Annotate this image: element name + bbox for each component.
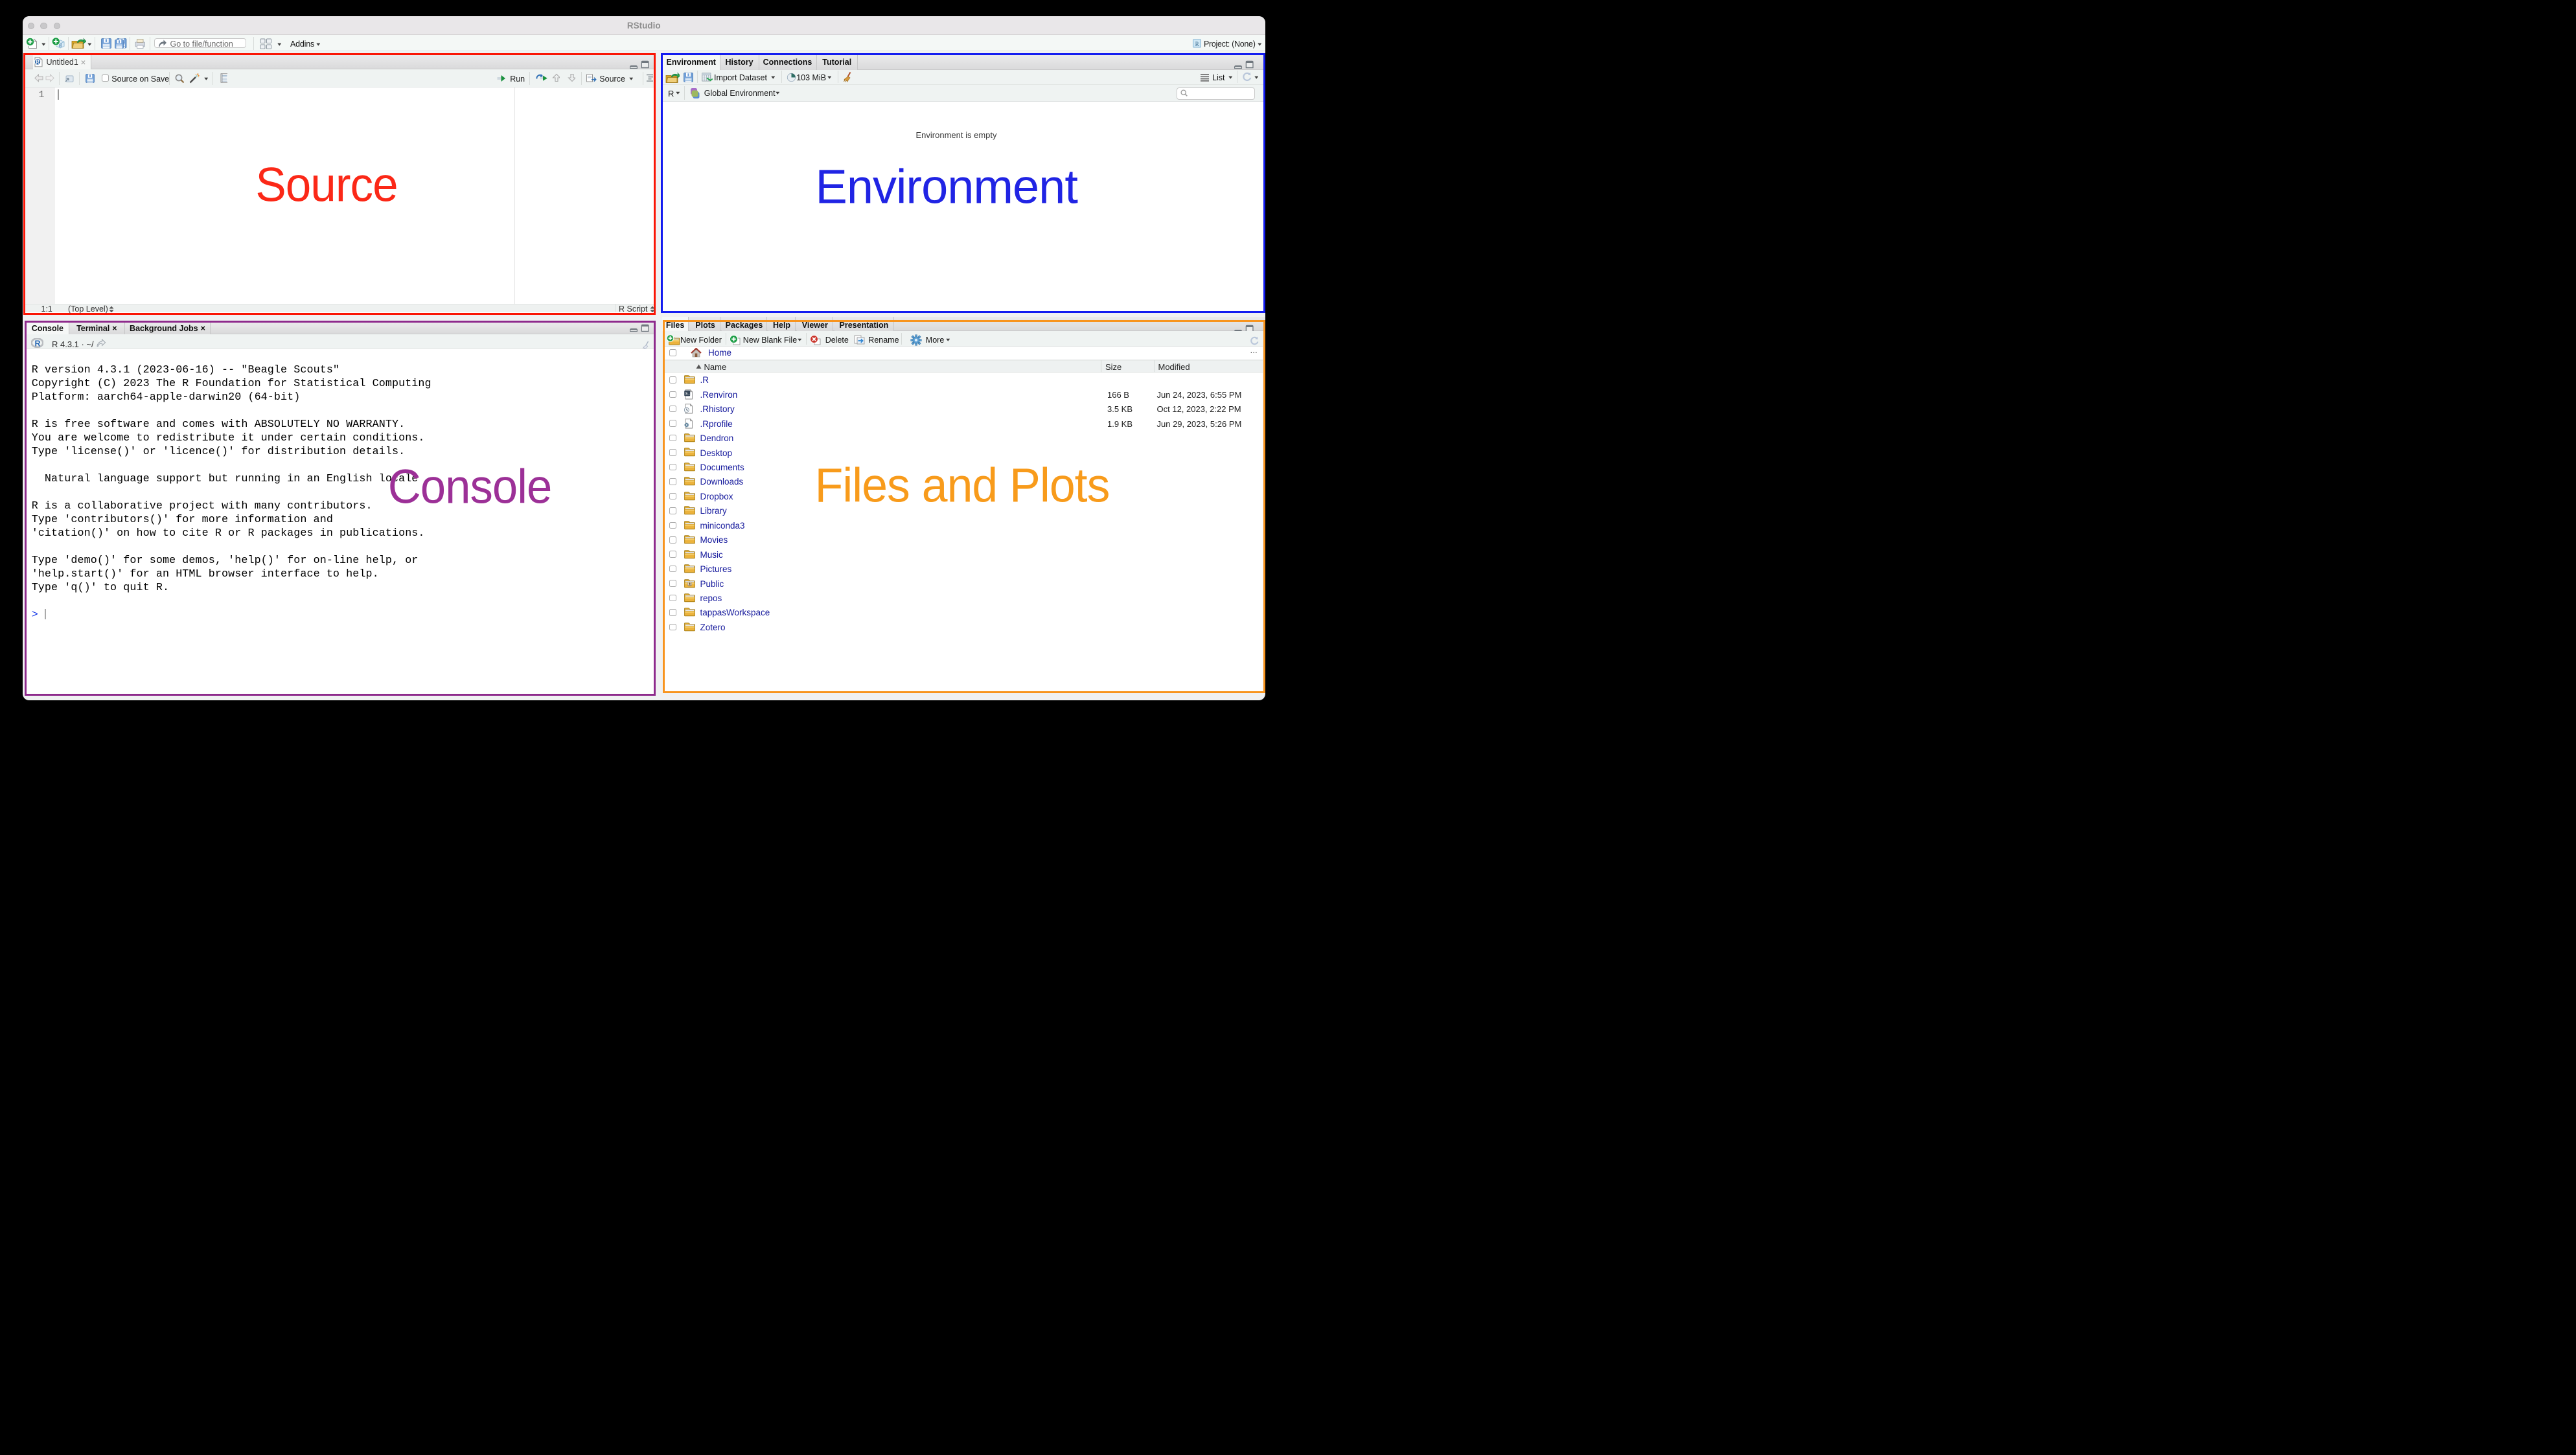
svg-text:R: R [36,59,40,65]
svg-text:R: R [1195,40,1199,47]
svg-text:R: R [34,339,40,347]
